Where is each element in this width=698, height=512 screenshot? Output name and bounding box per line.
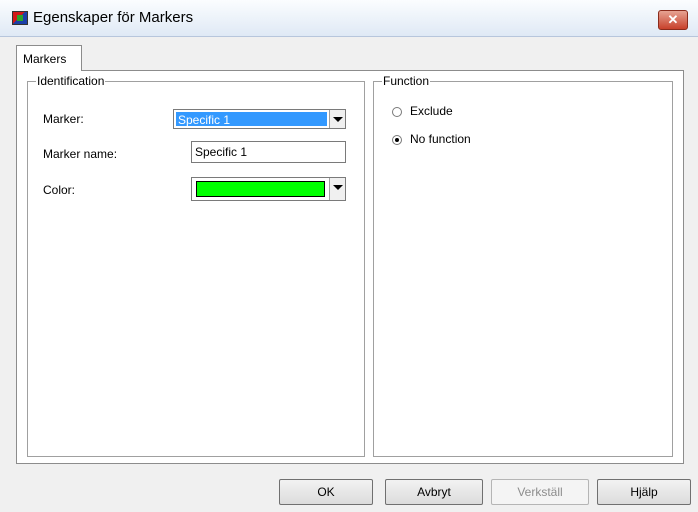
close-icon: ✕ xyxy=(667,12,679,27)
window-title: Egenskaper för Markers xyxy=(33,9,194,26)
color-swatch xyxy=(196,181,325,197)
title-bar: Egenskaper för Markers ✕ xyxy=(0,0,698,37)
marker-label: Marker: xyxy=(43,112,84,126)
chevron-down-icon[interactable] xyxy=(329,178,345,200)
close-button[interactable]: ✕ xyxy=(658,10,688,30)
marker-name-label: Marker name: xyxy=(43,147,118,161)
app-icon xyxy=(12,11,28,25)
marker-name-input[interactable]: Specific 1 xyxy=(191,141,346,163)
chevron-down-icon[interactable] xyxy=(329,110,345,128)
function-group-title: Function xyxy=(382,74,431,88)
identification-group: Identification Marker: Specific 1 Marker… xyxy=(27,74,365,457)
marker-select-value: Specific 1 xyxy=(176,112,327,127)
marker-select[interactable]: Specific 1 xyxy=(173,109,346,129)
tab-markers[interactable]: Markers xyxy=(16,45,82,71)
function-group: Function Exclude No function xyxy=(373,74,673,457)
tab-panel: Identification Marker: Specific 1 Marker… xyxy=(16,70,684,464)
no-function-radio-label[interactable]: No function xyxy=(410,132,471,146)
color-select[interactable] xyxy=(191,177,346,201)
exclude-radio-label[interactable]: Exclude xyxy=(410,104,453,118)
color-label: Color: xyxy=(43,183,76,197)
identification-group-title: Identification xyxy=(36,74,106,88)
exclude-radio[interactable] xyxy=(392,107,402,117)
apply-button[interactable]: Verkställ xyxy=(491,479,589,505)
help-button[interactable]: Hjälp xyxy=(597,479,691,505)
tab-markers-label: Markers xyxy=(23,52,67,66)
ok-button[interactable]: OK xyxy=(279,479,373,505)
no-function-radio[interactable] xyxy=(392,135,402,145)
cancel-button[interactable]: Avbryt xyxy=(385,479,483,505)
